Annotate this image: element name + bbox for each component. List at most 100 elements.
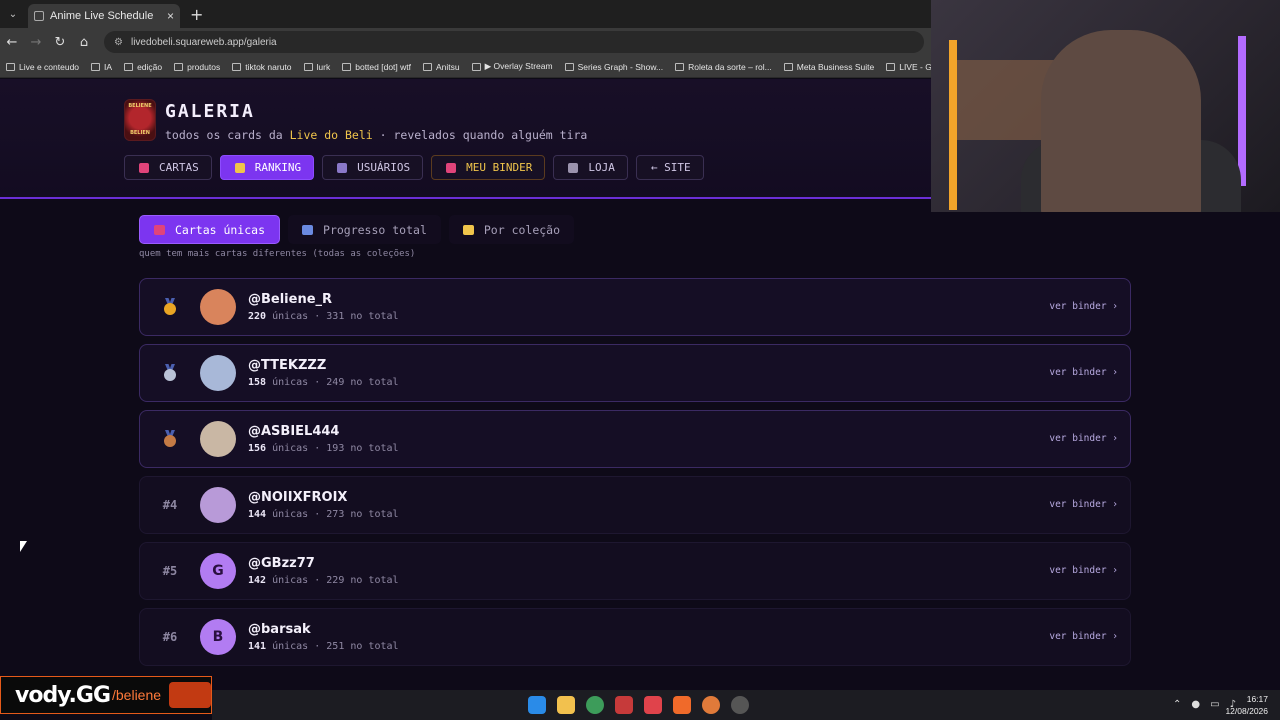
browser-tab[interactable]: Anime Live Schedule ×	[28, 4, 180, 28]
start-icon[interactable]	[528, 696, 546, 714]
address-bar[interactable]: ⚙ livedobeli.squareweb.app/galeria	[104, 31, 924, 53]
app-icon-3[interactable]	[702, 696, 720, 714]
webcam-lamp-left	[949, 40, 957, 210]
bookmark-item[interactable]: tiktok naruto	[232, 62, 292, 72]
username[interactable]: @Beliene_R	[248, 292, 332, 307]
home-icon[interactable]: ⌂	[72, 35, 96, 50]
username[interactable]: @ASBIEL444	[248, 424, 339, 439]
microphone-icon[interactable]: ●	[1191, 699, 1200, 710]
ranking-row[interactable]: #6 B @barsak 141 únicas · 251 no total ver b…	[139, 608, 1131, 666]
brave-icon[interactable]	[673, 696, 691, 714]
tab-search-icon[interactable]: ⌄	[0, 9, 26, 20]
bookmark-item[interactable]: Meta Business Suite	[783, 61, 875, 72]
new-tab-icon[interactable]: +	[190, 5, 203, 24]
avatar[interactable]: G	[200, 553, 236, 589]
username[interactable]: @GBzz77	[248, 556, 315, 571]
tab-title: Anime Live Schedule	[50, 10, 154, 22]
nav-cartas[interactable]: CARTAS	[124, 155, 212, 180]
tab-favicon-icon	[34, 11, 44, 21]
subtab-label: Cartas únicas	[175, 222, 266, 237]
page-title: GALERIA	[165, 101, 255, 122]
ranking-row[interactable]: #5 G @GBzz77 142 únicas · 229 no total ver b…	[139, 542, 1131, 600]
page-subtitle: todos os cards da Live do Beli · revelad…	[165, 128, 587, 142]
app-icon-2[interactable]	[644, 696, 662, 714]
unique-label: únicas ·	[266, 311, 327, 322]
bookmark-label: lurk	[316, 61, 331, 72]
subtab-2[interactable]: Por coleção	[448, 215, 575, 244]
webcam-streamer-head	[1041, 30, 1201, 212]
overlay-logo-icon	[169, 682, 211, 708]
nav-loja[interactable]: LOJA	[553, 155, 628, 180]
avatar[interactable]	[200, 487, 236, 523]
unique-count: 220	[248, 311, 267, 322]
username[interactable]: @TTEKZZZ	[248, 358, 326, 373]
subtab-0[interactable]: Cartas únicas	[139, 215, 281, 244]
app-icon-4[interactable]	[731, 696, 749, 714]
bookmark-item[interactable]: produtos	[174, 62, 220, 72]
bookmark-item[interactable]: IA	[91, 62, 112, 72]
site-logo[interactable]: BELIENE BELIEN	[124, 99, 156, 141]
unique-count: 158	[248, 377, 267, 388]
subtab-1[interactable]: Progresso total	[288, 215, 441, 244]
total-count: 331 no total	[326, 311, 399, 322]
forward-icon[interactable]: →	[24, 35, 48, 50]
subtitle-pre: todos os cards da	[165, 128, 290, 142]
ranking-row[interactable]: @ASBIEL444 156 únicas · 193 no total ver b…	[139, 410, 1131, 468]
bookmark-item[interactable]: Anitsu	[423, 62, 460, 72]
username[interactable]: @NOIIXFROIX	[248, 490, 347, 505]
bookmark-item[interactable]: Roleta da sorte – rol...	[675, 62, 772, 72]
avatar[interactable]	[200, 355, 236, 391]
view-binder-link[interactable]: ver binder ›	[1049, 301, 1118, 312]
bookmark-item[interactable]: Live e conteudo	[6, 62, 79, 72]
main-nav: CARTAS RANKING USUÁRIOS MEU BINDER LOJA ← SIT…	[124, 155, 712, 180]
username[interactable]: @barsak	[248, 622, 311, 637]
avatar-initial: G	[212, 563, 224, 579]
nav-site[interactable]: ← SITE	[635, 155, 704, 180]
bookmark-item[interactable]: ▶ Overlay Stream	[471, 61, 553, 72]
view-binder-link[interactable]: ver binder ›	[1049, 631, 1118, 642]
ranking-row[interactable]: #4 @NOIIXFROIX 144 únicas · 273 no total ve…	[139, 476, 1131, 534]
bookmark-item[interactable]: botted [dot] wtf	[342, 62, 411, 72]
bookmark-label: Series Graph - Show...	[577, 61, 664, 72]
nav-ranking[interactable]: RANKING	[219, 155, 315, 180]
file-explorer-icon[interactable]	[557, 696, 575, 714]
medal-disc	[164, 369, 176, 381]
back-icon[interactable]: ←	[0, 35, 24, 50]
app-icon-1[interactable]	[615, 696, 633, 714]
site-info-icon[interactable]: ⚙	[114, 37, 123, 48]
bookmark-item[interactable]: lurk	[303, 61, 331, 72]
bookmark-folder-icon	[174, 62, 184, 71]
avatar[interactable]	[200, 289, 236, 325]
taskbar-clock[interactable]: 16:17 12/08/2026	[1225, 693, 1268, 717]
nav-usuários[interactable]: USUÁRIOS	[322, 155, 424, 180]
user-stats: 141 únicas · 251 no total	[248, 641, 399, 652]
avatar[interactable]: B	[200, 619, 236, 655]
bookmark-item[interactable]: Series Graph - Show...	[564, 61, 664, 72]
url-text: livedobeli.squareweb.app/galeria	[130, 36, 277, 48]
nav-label: RANKING	[254, 161, 302, 174]
reload-icon[interactable]: ↻	[48, 35, 72, 50]
chrome-icon[interactable]	[586, 696, 604, 714]
logo-text-top: BELIENE	[128, 103, 152, 109]
bookmark-folder-icon	[124, 62, 134, 71]
subtitle-post: · revelados quando alguém tira	[372, 128, 588, 142]
view-binder-link[interactable]: ver binder ›	[1049, 433, 1118, 444]
tray-chevron-icon[interactable]: ⌃	[1173, 699, 1181, 710]
nav-meu-binder[interactable]: MEU BINDER	[431, 155, 546, 180]
view-binder-link[interactable]: ver binder ›	[1049, 367, 1118, 378]
user-stats: 220 únicas · 331 no total	[248, 311, 399, 322]
bookmark-item[interactable]: edição	[124, 62, 162, 72]
bookmark-folder-icon	[6, 62, 15, 71]
close-tab-icon[interactable]: ×	[167, 9, 174, 23]
bookmark-label: Meta Business Suite	[796, 61, 875, 72]
view-binder-link[interactable]: ver binder ›	[1049, 499, 1118, 510]
network-icon[interactable]: ▭	[1210, 699, 1219, 710]
ranking-row[interactable]: @Beliene_R 220 únicas · 331 no total ver b…	[139, 278, 1131, 336]
view-binder-link[interactable]: ver binder ›	[1049, 565, 1118, 576]
avatar[interactable]	[200, 421, 236, 457]
unique-count: 142	[248, 575, 267, 586]
binder-icon	[446, 162, 457, 173]
ranking-subtabs: Cartas únicas Progresso total Por coleção	[139, 215, 582, 244]
ranking-row[interactable]: @TTEKZZZ 158 únicas · 249 no total ver bin…	[139, 344, 1131, 402]
total-count: 193 no total	[326, 443, 399, 454]
